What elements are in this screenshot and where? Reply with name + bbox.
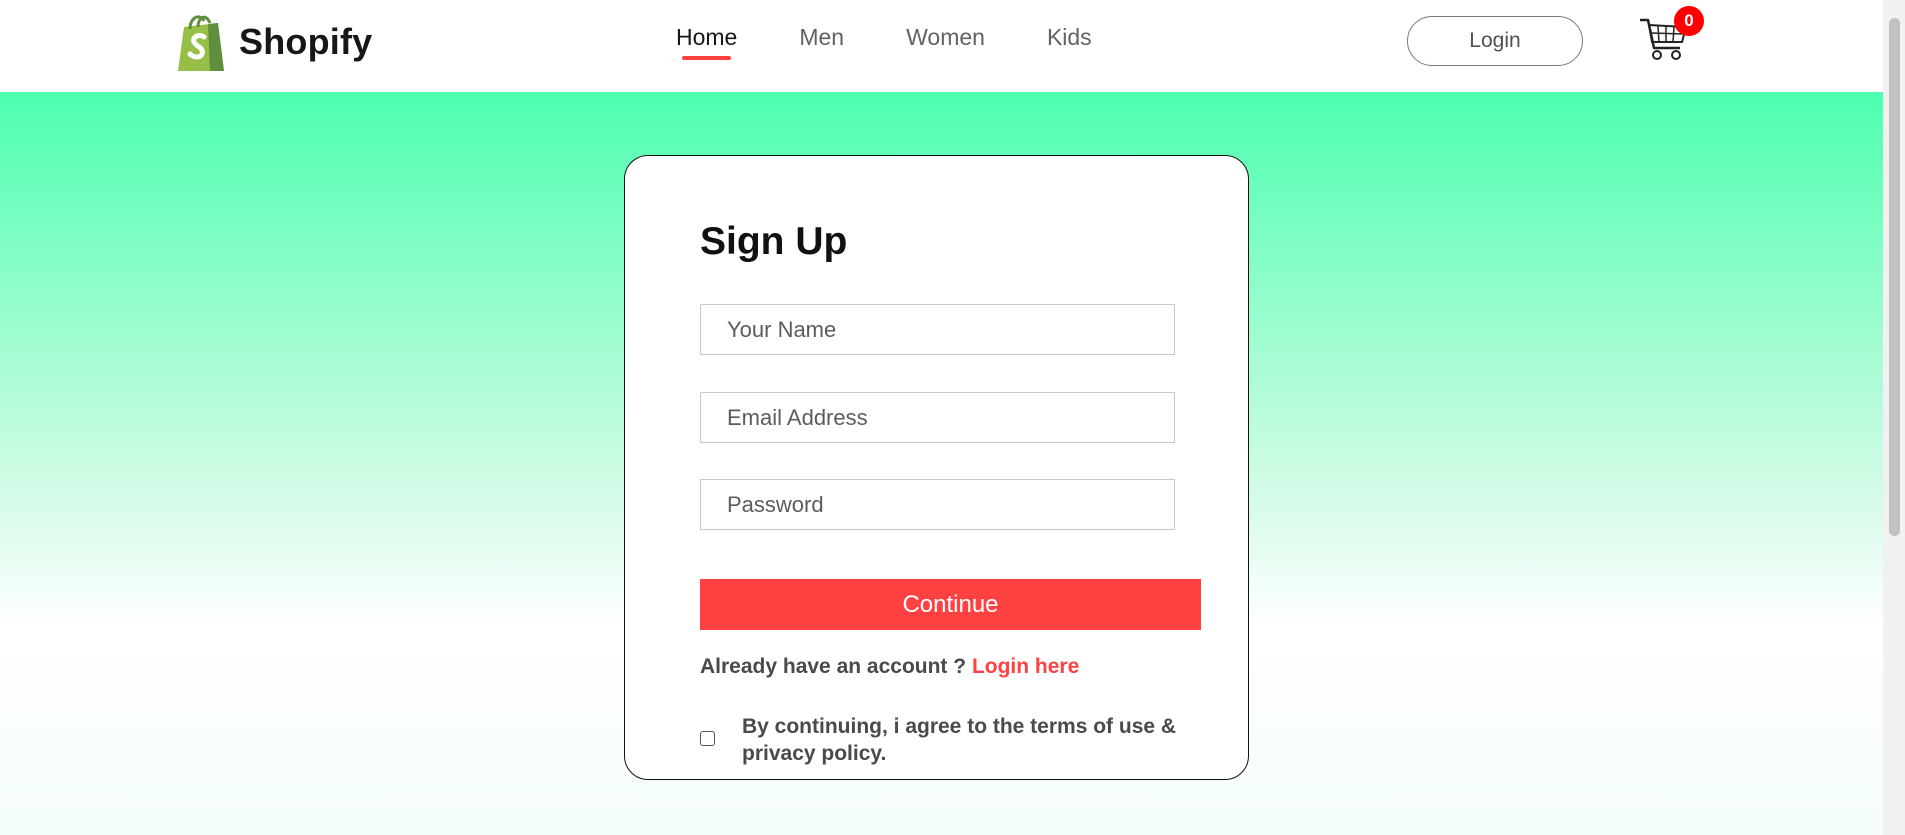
email-input[interactable] xyxy=(700,392,1175,443)
login-button[interactable]: Login xyxy=(1407,16,1583,66)
nav-item-label: Kids xyxy=(1046,24,1092,50)
have-account-text: Already have an account ? Login here xyxy=(700,655,1079,679)
login-here-link[interactable]: Login here xyxy=(972,655,1079,678)
have-account-label: Already have an account ? xyxy=(700,655,967,678)
shopping-bag-icon xyxy=(178,15,224,71)
nav-item-home[interactable]: Home xyxy=(676,24,738,60)
brand-name: Shopify xyxy=(239,21,373,62)
nav-item-label: Women xyxy=(906,24,985,50)
cart-count-badge: 0 xyxy=(1674,6,1704,36)
terms-checkbox[interactable] xyxy=(700,731,715,746)
active-underline xyxy=(682,56,731,60)
nav-menu: Home Men Women Kids xyxy=(676,24,1154,60)
continue-button[interactable]: Continue xyxy=(700,579,1201,630)
signup-card: Sign Up Continue Already have an account… xyxy=(624,155,1249,780)
nav-item-label: Men xyxy=(799,24,845,50)
navbar: Shopify Home Men Women Kids Login 0 xyxy=(0,0,1883,92)
page-scrollbar[interactable] xyxy=(1883,0,1905,835)
nav-item-women[interactable]: Women xyxy=(906,24,985,51)
nav-item-label: Home xyxy=(676,24,738,50)
nav-item-men[interactable]: Men xyxy=(799,24,844,51)
name-input[interactable] xyxy=(700,304,1175,355)
terms-agreement: By continuing, i agree to the terms of u… xyxy=(700,713,1200,767)
nav-item-kids[interactable]: Kids xyxy=(1047,24,1092,51)
password-input[interactable] xyxy=(700,479,1175,530)
brand-logo[interactable]: Shopify xyxy=(174,11,372,73)
signup-title: Sign Up xyxy=(700,220,848,263)
terms-text: By continuing, i agree to the terms of u… xyxy=(742,715,1177,765)
scrollbar-thumb[interactable] xyxy=(1889,18,1900,536)
